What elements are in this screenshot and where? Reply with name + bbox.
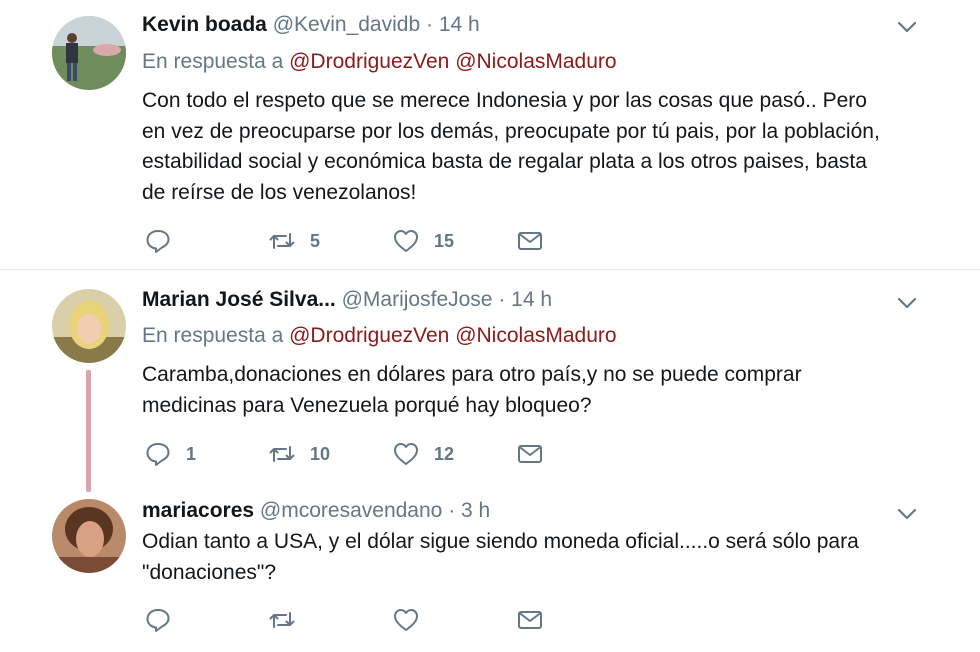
- tweet-2[interactable]: Marian José Silva... @MarijosfeJose · 14…: [0, 271, 980, 485]
- tweet-text-line: Con todo el respeto que se merece Indone…: [142, 89, 867, 112]
- separator-dot: ·: [448, 499, 456, 522]
- like-icon: [394, 230, 418, 252]
- direct-message-button[interactable]: [516, 605, 544, 635]
- tweet-header: Marian José Silva... @MarijosfeJose · 14…: [142, 287, 552, 313]
- action-bar: 1 10 12: [142, 439, 562, 469]
- timestamp[interactable]: 14 h: [439, 13, 480, 36]
- author-name[interactable]: Kevin boada: [142, 13, 267, 36]
- tweet-text: Con todo el respeto que se merece Indone…: [142, 86, 932, 208]
- retweet-icon: [269, 612, 295, 628]
- like-count: 12: [434, 443, 455, 464]
- action-bar: [142, 605, 562, 635]
- reply-icon: [146, 609, 170, 632]
- direct-message-button[interactable]: [516, 439, 544, 469]
- tweet-text: Odian tanto a USA, y el dólar sigue sien…: [142, 527, 932, 588]
- avatar[interactable]: [52, 499, 126, 573]
- direct-message-icon: [518, 445, 542, 463]
- tweet-text-line: de reírse de los venezolanos!: [142, 180, 417, 204]
- retweet-button[interactable]: 10: [268, 439, 330, 469]
- chevron-down-icon[interactable]: [895, 291, 919, 315]
- chevron-down-icon[interactable]: [895, 502, 919, 526]
- mention-link[interactable]: @DrodriguezVen: [289, 324, 449, 347]
- author-handle[interactable]: @mcoresavendano: [260, 499, 442, 522]
- action-bar: 5 15: [142, 226, 562, 256]
- reply-button[interactable]: [144, 226, 186, 256]
- like-icon: [394, 443, 418, 465]
- retweet-icon: [269, 233, 295, 249]
- author-handle[interactable]: @MarijosfeJose: [342, 288, 493, 311]
- direct-message-icon: [518, 611, 542, 629]
- avatar[interactable]: [52, 289, 126, 363]
- tweet-3[interactable]: mariacores @mcoresavendano · 3 h Odian t…: [0, 485, 980, 652]
- like-button[interactable]: [392, 605, 434, 635]
- retweet-icon: [269, 446, 295, 462]
- direct-message-icon: [518, 232, 542, 250]
- chevron-down-icon[interactable]: [895, 15, 919, 39]
- reply-button[interactable]: [144, 605, 186, 635]
- reply-context: En respuesta a @DrodriguezVen @NicolasMa…: [142, 323, 617, 349]
- tweet-text: Caramba,donaciones en dólares para otro …: [142, 360, 932, 421]
- tweet-1[interactable]: Kevin boada @Kevin_davidb · 14 h En resp…: [0, 0, 980, 270]
- avatar[interactable]: [52, 16, 126, 90]
- like-icon: [394, 609, 418, 631]
- tweet-text-line: en vez de preocuparse por los demás, pre…: [142, 119, 880, 143]
- tweet-text-line: Caramba,donaciones en dólares para otro …: [142, 363, 802, 386]
- separator-dot: ·: [498, 288, 506, 311]
- timestamp[interactable]: 14 h: [511, 288, 552, 311]
- reply-icon: [146, 443, 170, 466]
- retweet-count: 5: [310, 230, 321, 251]
- retweet-button[interactable]: [268, 605, 310, 635]
- retweet-count: 10: [310, 443, 331, 464]
- retweet-button[interactable]: 5: [268, 226, 320, 256]
- reply-prefix: En respuesta a: [142, 324, 284, 347]
- timestamp[interactable]: 3 h: [461, 499, 490, 522]
- reply-count: 1: [186, 443, 197, 464]
- tweet-text-line: Odian tanto a USA, y el dólar sigue sien…: [142, 530, 859, 553]
- tweet-text-line: "donaciones"?: [142, 560, 277, 584]
- reply-prefix: En respuesta a: [142, 50, 284, 73]
- like-button[interactable]: 12: [392, 439, 454, 469]
- reply-icon: [146, 230, 170, 253]
- thread-connector-line: [86, 370, 91, 492]
- tweet-text-line: medicinas para Venezuela porqué hay bloq…: [142, 393, 592, 417]
- author-name[interactable]: Marian José Silva...: [142, 288, 336, 311]
- mention-link[interactable]: @DrodriguezVen: [289, 50, 449, 73]
- tweet-header: mariacores @mcoresavendano · 3 h: [142, 498, 490, 524]
- author-name[interactable]: mariacores: [142, 499, 254, 522]
- author-handle[interactable]: @Kevin_davidb: [273, 13, 420, 36]
- separator-dot: ·: [425, 13, 433, 36]
- reply-context: En respuesta a @DrodriguezVen @NicolasMa…: [142, 49, 617, 75]
- tweet-header: Kevin boada @Kevin_davidb · 14 h: [142, 12, 480, 38]
- direct-message-button[interactable]: [516, 226, 544, 256]
- tweet-text-line: estabilidad social y económica basta de …: [142, 150, 867, 173]
- like-button[interactable]: 15: [392, 226, 454, 256]
- reply-button[interactable]: 1: [144, 439, 196, 469]
- mention-link[interactable]: @NicolasMaduro: [455, 324, 616, 347]
- mention-link[interactable]: @NicolasMaduro: [455, 50, 616, 73]
- like-count: 15: [434, 230, 455, 251]
